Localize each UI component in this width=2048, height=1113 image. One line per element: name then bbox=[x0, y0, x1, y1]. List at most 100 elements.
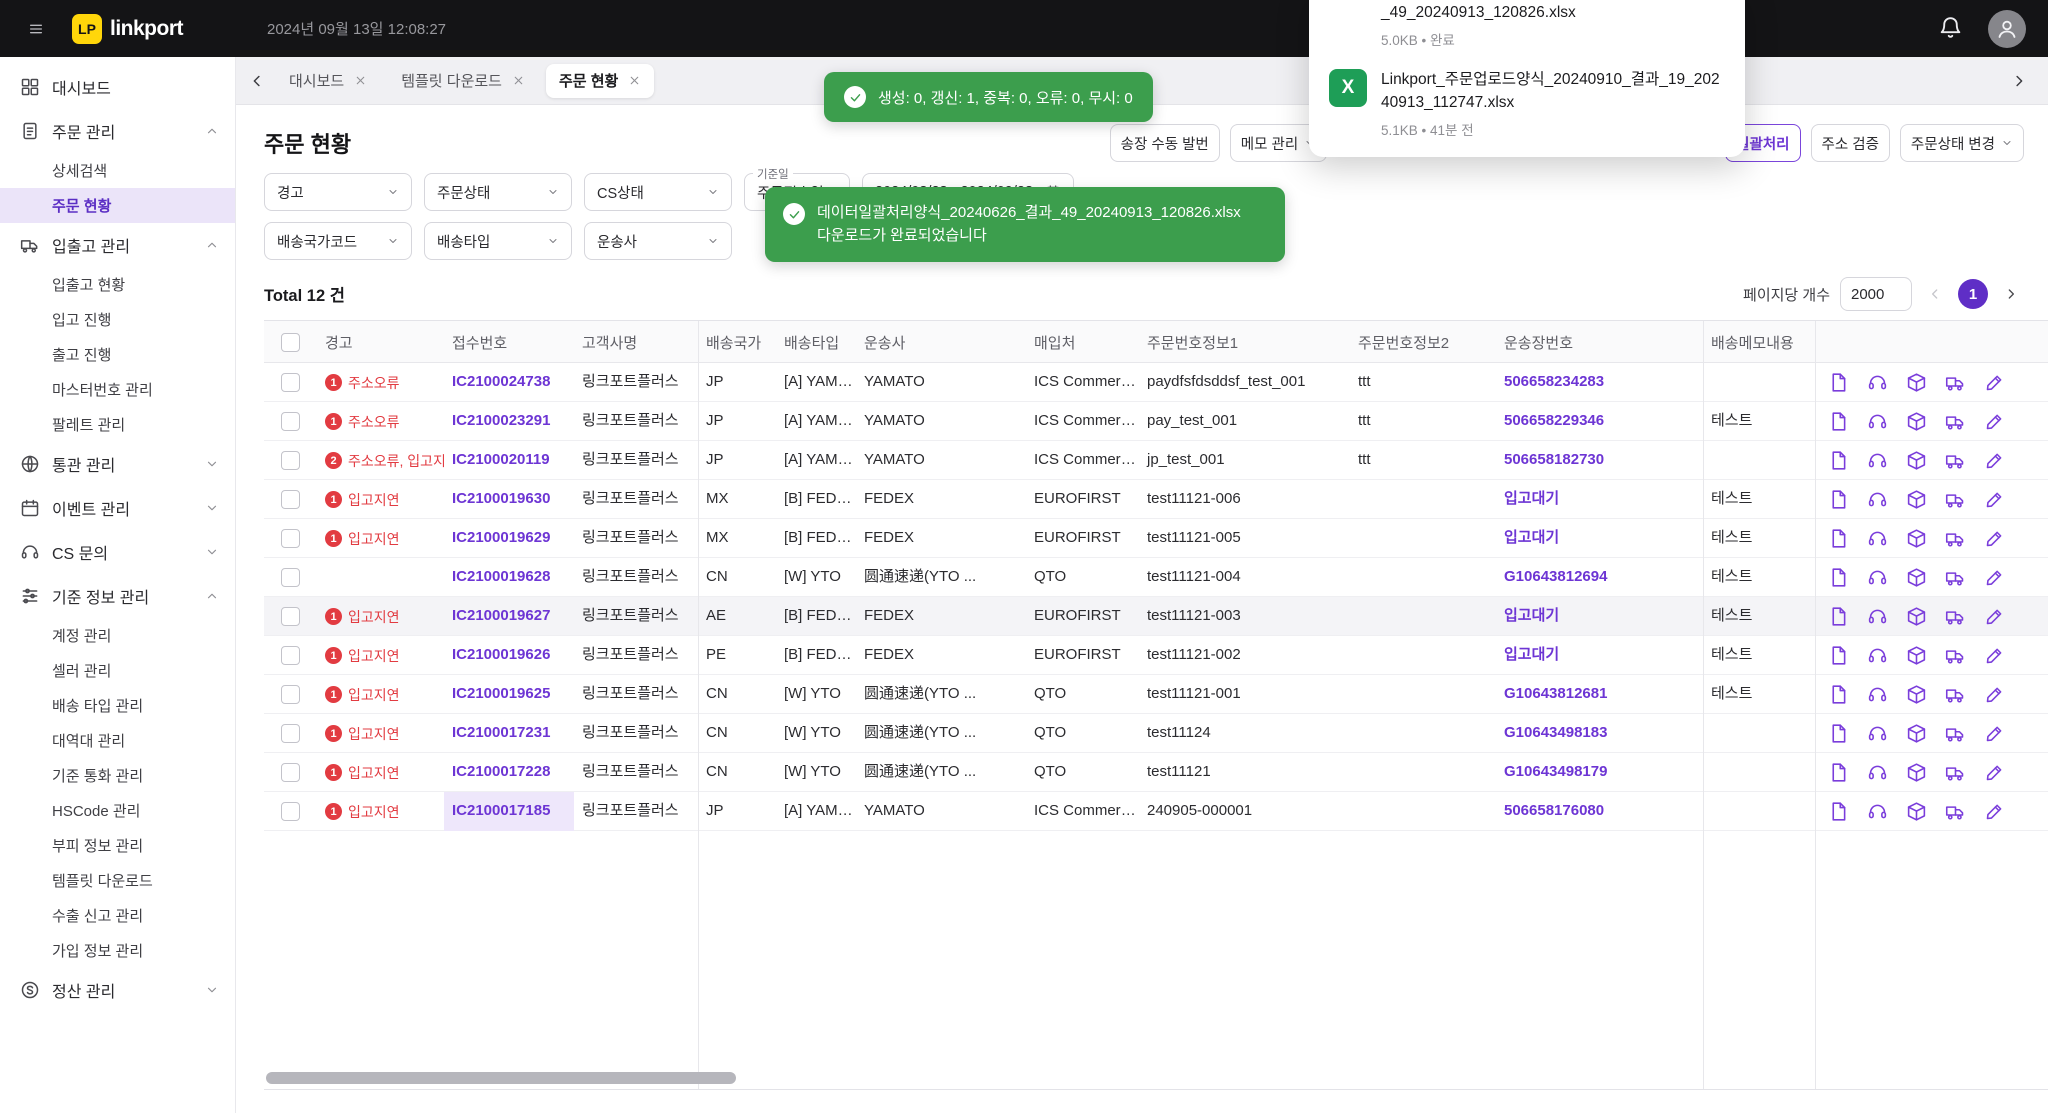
file-icon[interactable] bbox=[1827, 684, 1849, 706]
tracking-no-link[interactable]: 506658176080 bbox=[1504, 802, 1604, 819]
tracking-no-link[interactable]: 506658234283 bbox=[1504, 373, 1604, 390]
pencil-icon[interactable] bbox=[1983, 489, 2005, 511]
file-icon[interactable] bbox=[1827, 411, 1849, 433]
truck-icon[interactable] bbox=[1944, 606, 1966, 628]
headset-icon[interactable] bbox=[1866, 411, 1888, 433]
tracking-no-link[interactable]: G10643498179 bbox=[1504, 763, 1607, 780]
headset-icon[interactable] bbox=[1866, 645, 1888, 667]
file-icon[interactable] bbox=[1827, 645, 1849, 667]
toolbar-button[interactable]: 주문상태 변경 bbox=[1900, 124, 2024, 162]
headset-icon[interactable] bbox=[1866, 450, 1888, 472]
tab-close-icon[interactable] bbox=[354, 74, 367, 87]
truck-icon[interactable] bbox=[1944, 684, 1966, 706]
country-code-filter-select[interactable]: 배송국가코드 bbox=[264, 222, 412, 260]
receipt-no-link[interactable]: IC2100019630 bbox=[452, 490, 550, 507]
box-icon[interactable] bbox=[1905, 450, 1927, 472]
sidebar-item[interactable]: 팔레트 관리 bbox=[0, 407, 235, 442]
tracking-no-link[interactable]: 입고대기 bbox=[1504, 646, 1559, 663]
row-checkbox[interactable] bbox=[281, 724, 300, 743]
sidebar-item[interactable]: 통관 관리 bbox=[0, 442, 235, 486]
table-row[interactable]: IC2100019628 링크포트플러스 CN [W] YTO 圆通速递(YTO… bbox=[264, 558, 2048, 597]
tab[interactable]: 대시보드 bbox=[276, 64, 380, 98]
box-icon[interactable] bbox=[1905, 723, 1927, 745]
truck-icon[interactable] bbox=[1944, 567, 1966, 589]
tab[interactable]: 템플릿 다운로드 bbox=[388, 64, 538, 98]
headset-icon[interactable] bbox=[1866, 723, 1888, 745]
receipt-no-link[interactable]: IC2100024738 bbox=[452, 373, 550, 390]
file-icon[interactable] bbox=[1827, 762, 1849, 784]
prev-page-icon[interactable] bbox=[1922, 281, 1948, 307]
tracking-no-link[interactable]: G10643498183 bbox=[1504, 724, 1607, 741]
box-icon[interactable] bbox=[1905, 684, 1927, 706]
pencil-icon[interactable] bbox=[1983, 723, 2005, 745]
row-checkbox[interactable] bbox=[281, 412, 300, 431]
pencil-icon[interactable] bbox=[1983, 684, 2005, 706]
table-row[interactable]: 1 주소오류 IC2100024738 링크포트플러스 JP [A] YAMAT… bbox=[264, 363, 2048, 402]
box-icon[interactable] bbox=[1905, 645, 1927, 667]
tracking-no-link[interactable]: G10643812681 bbox=[1504, 685, 1607, 702]
pencil-icon[interactable] bbox=[1983, 567, 2005, 589]
tab-close-icon[interactable] bbox=[628, 74, 641, 87]
truck-icon[interactable] bbox=[1944, 762, 1966, 784]
tracking-no-link[interactable]: 506658182730 bbox=[1504, 451, 1604, 468]
tracking-no-link[interactable]: 입고대기 bbox=[1504, 490, 1559, 507]
toolbar-button[interactable]: 주소 검증 bbox=[1811, 124, 1890, 162]
tabs-scroll-right-icon[interactable] bbox=[2004, 66, 2034, 96]
box-icon[interactable] bbox=[1905, 606, 1927, 628]
current-page-button[interactable]: 1 bbox=[1958, 279, 1988, 309]
select-all-checkbox[interactable] bbox=[281, 333, 300, 352]
row-checkbox[interactable] bbox=[281, 451, 300, 470]
tracking-no-link[interactable]: 입고대기 bbox=[1504, 607, 1559, 624]
box-icon[interactable] bbox=[1905, 489, 1927, 511]
headset-icon[interactable] bbox=[1866, 528, 1888, 550]
order-status-filter-select[interactable]: 주문상태 bbox=[424, 173, 572, 211]
sidebar-item[interactable]: HSCode 관리 bbox=[0, 793, 235, 828]
headset-icon[interactable] bbox=[1866, 372, 1888, 394]
tab-close-icon[interactable] bbox=[512, 74, 525, 87]
sidebar-item[interactable]: 주문 현황 bbox=[0, 188, 235, 223]
tabs-scroll-left-icon[interactable] bbox=[242, 66, 272, 96]
truck-icon[interactable] bbox=[1944, 528, 1966, 550]
receipt-no-link[interactable]: IC2100017231 bbox=[452, 724, 550, 741]
file-icon[interactable] bbox=[1827, 372, 1849, 394]
warning-filter-select[interactable]: 경고 bbox=[264, 173, 412, 211]
file-icon[interactable] bbox=[1827, 723, 1849, 745]
row-checkbox[interactable] bbox=[281, 607, 300, 626]
truck-icon[interactable] bbox=[1944, 645, 1966, 667]
truck-icon[interactable] bbox=[1944, 450, 1966, 472]
receipt-no-link[interactable]: IC2100019626 bbox=[452, 646, 550, 663]
receipt-no-link[interactable]: IC2100017185 bbox=[452, 802, 550, 819]
receipt-no-link[interactable]: IC2100017228 bbox=[452, 763, 550, 780]
receipt-no-link[interactable]: IC2100019625 bbox=[452, 685, 550, 702]
per-page-input[interactable] bbox=[1840, 277, 1912, 311]
sidebar-item[interactable]: 입고 진행 bbox=[0, 302, 235, 337]
row-checkbox[interactable] bbox=[281, 763, 300, 782]
toolbar-button[interactable]: 송장 수동 발번 bbox=[1110, 124, 1220, 162]
box-icon[interactable] bbox=[1905, 528, 1927, 550]
tab[interactable]: 주문 현황 bbox=[546, 64, 654, 98]
truck-icon[interactable] bbox=[1944, 801, 1966, 823]
table-row[interactable]: 2 주소오류, 입고지연 IC2100020119 링크포트플러스 JP [A]… bbox=[264, 441, 2048, 480]
row-checkbox[interactable] bbox=[281, 568, 300, 587]
table-row[interactable]: 1 입고지연 IC2100017185 링크포트플러스 JP [A] YAMAT… bbox=[264, 792, 2048, 831]
row-checkbox[interactable] bbox=[281, 490, 300, 509]
table-row[interactable]: 1 입고지연 IC2100017228 링크포트플러스 CN [W] YTO 圆… bbox=[264, 753, 2048, 792]
sidebar-item[interactable]: 배송 타입 관리 bbox=[0, 688, 235, 723]
ship-type-filter-select[interactable]: 배송타입 bbox=[424, 222, 572, 260]
box-icon[interactable] bbox=[1905, 372, 1927, 394]
user-avatar[interactable] bbox=[1988, 10, 2026, 48]
receipt-no-link[interactable]: IC2100019629 bbox=[452, 529, 550, 546]
truck-icon[interactable] bbox=[1944, 372, 1966, 394]
sidebar-item[interactable]: 대시보드 bbox=[0, 65, 235, 109]
table-row[interactable]: 1 입고지연 IC2100019625 링크포트플러스 CN [W] YTO 圆… bbox=[264, 675, 2048, 714]
file-icon[interactable] bbox=[1827, 567, 1849, 589]
sidebar-item[interactable]: 정산 관리 bbox=[0, 968, 235, 1012]
row-checkbox[interactable] bbox=[281, 529, 300, 548]
next-page-icon[interactable] bbox=[1998, 281, 2024, 307]
sidebar-item[interactable]: 템플릿 다운로드 bbox=[0, 863, 235, 898]
notifications-bell-icon[interactable] bbox=[1936, 15, 1964, 43]
row-checkbox[interactable] bbox=[281, 685, 300, 704]
sidebar-item[interactable]: 계정 관리 bbox=[0, 618, 235, 653]
file-icon[interactable] bbox=[1827, 489, 1849, 511]
receipt-no-link[interactable]: IC2100020119 bbox=[452, 451, 550, 468]
